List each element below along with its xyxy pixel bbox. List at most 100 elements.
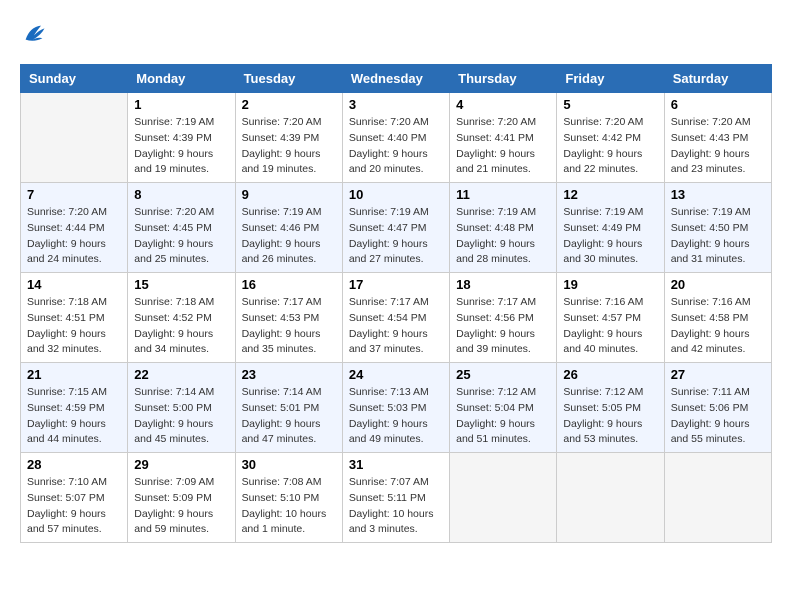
day-cell: 22 Sunrise: 7:14 AMSunset: 5:00 PMDayligh… <box>128 363 235 453</box>
day-cell <box>21 93 128 183</box>
day-cell: 2Sunrise: 7:20 AMSunset: 4:39 PMDaylight… <box>235 93 342 183</box>
day-cell: 14 Sunrise: 7:18 AMSunset: 4:51 PMDayligh… <box>21 273 128 363</box>
day-number: 28 <box>27 457 121 472</box>
day-info: Sunrise: 7:19 AMSunset: 4:39 PMDaylight:… <box>134 115 228 178</box>
day-info: Sunrise: 7:11 AMSunset: 5:06 PMDaylight:… <box>671 385 765 448</box>
day-info: Sunrise: 7:13 AMSunset: 5:03 PMDaylight:… <box>349 385 443 448</box>
day-number: 14 <box>27 277 121 292</box>
day-cell: 29 Sunrise: 7:09 AMSunset: 5:09 PMDayligh… <box>128 453 235 543</box>
day-cell: 13 Sunrise: 7:19 AMSunset: 4:50 PMDayligh… <box>664 183 771 273</box>
day-info: Sunrise: 7:20 AMSunset: 4:43 PMDaylight:… <box>671 115 765 178</box>
day-number: 5 <box>563 97 657 112</box>
day-info: Sunrise: 7:17 AMSunset: 4:53 PMDaylight:… <box>242 295 336 358</box>
day-info: Sunrise: 7:12 AMSunset: 5:05 PMDaylight:… <box>563 385 657 448</box>
day-number: 1 <box>134 97 228 112</box>
day-number: 3 <box>349 97 443 112</box>
day-info: Sunrise: 7:20 AMSunset: 4:40 PMDaylight:… <box>349 115 443 178</box>
day-cell: 24 Sunrise: 7:13 AMSunset: 5:03 PMDayligh… <box>342 363 449 453</box>
header-cell-wednesday: Wednesday <box>342 65 449 93</box>
day-number: 20 <box>671 277 765 292</box>
day-cell: 16Sunrise: 7:17 AMSunset: 4:53 PMDayligh… <box>235 273 342 363</box>
day-info: Sunrise: 7:07 AMSunset: 5:11 PMDaylight:… <box>349 475 443 538</box>
day-info: Sunrise: 7:14 AMSunset: 5:01 PMDaylight:… <box>242 385 336 448</box>
day-number: 9 <box>242 187 336 202</box>
logo <box>20 20 52 48</box>
day-info: Sunrise: 7:19 AMSunset: 4:48 PMDaylight:… <box>456 205 550 268</box>
day-number: 24 <box>349 367 443 382</box>
day-info: Sunrise: 7:20 AMSunset: 4:39 PMDaylight:… <box>242 115 336 178</box>
day-info: Sunrise: 7:15 AMSunset: 4:59 PMDaylight:… <box>27 385 121 448</box>
week-row-4: 21 Sunrise: 7:15 AMSunset: 4:59 PMDayligh… <box>21 363 772 453</box>
day-number: 19 <box>563 277 657 292</box>
day-cell <box>664 453 771 543</box>
day-cell: 17Sunrise: 7:17 AMSunset: 4:54 PMDayligh… <box>342 273 449 363</box>
day-cell: 31 Sunrise: 7:07 AMSunset: 5:11 PMDayligh… <box>342 453 449 543</box>
day-number: 4 <box>456 97 550 112</box>
day-info: Sunrise: 7:19 AMSunset: 4:46 PMDaylight:… <box>242 205 336 268</box>
header-cell-monday: Monday <box>128 65 235 93</box>
day-cell: 9 Sunrise: 7:19 AMSunset: 4:46 PMDaylight… <box>235 183 342 273</box>
week-row-5: 28 Sunrise: 7:10 AMSunset: 5:07 PMDayligh… <box>21 453 772 543</box>
day-info: Sunrise: 7:16 AMSunset: 4:57 PMDaylight:… <box>563 295 657 358</box>
day-number: 23 <box>242 367 336 382</box>
day-number: 29 <box>134 457 228 472</box>
day-cell: 4 Sunrise: 7:20 AMSunset: 4:41 PMDaylight… <box>450 93 557 183</box>
day-number: 21 <box>27 367 121 382</box>
day-info: Sunrise: 7:08 AMSunset: 5:10 PMDaylight:… <box>242 475 336 538</box>
header-cell-sunday: Sunday <box>21 65 128 93</box>
day-number: 6 <box>671 97 765 112</box>
day-cell: 27Sunrise: 7:11 AMSunset: 5:06 PMDayligh… <box>664 363 771 453</box>
day-cell: 19 Sunrise: 7:16 AMSunset: 4:57 PMDayligh… <box>557 273 664 363</box>
day-number: 25 <box>456 367 550 382</box>
day-number: 17 <box>349 277 443 292</box>
day-info: Sunrise: 7:19 AMSunset: 4:50 PMDaylight:… <box>671 205 765 268</box>
day-cell: 21 Sunrise: 7:15 AMSunset: 4:59 PMDayligh… <box>21 363 128 453</box>
day-cell: 20 Sunrise: 7:16 AMSunset: 4:58 PMDayligh… <box>664 273 771 363</box>
week-row-3: 14 Sunrise: 7:18 AMSunset: 4:51 PMDayligh… <box>21 273 772 363</box>
day-info: Sunrise: 7:10 AMSunset: 5:07 PMDaylight:… <box>27 475 121 538</box>
day-info: Sunrise: 7:17 AMSunset: 4:56 PMDaylight:… <box>456 295 550 358</box>
day-cell: 12 Sunrise: 7:19 AMSunset: 4:49 PMDayligh… <box>557 183 664 273</box>
day-cell: 28 Sunrise: 7:10 AMSunset: 5:07 PMDayligh… <box>21 453 128 543</box>
day-number: 10 <box>349 187 443 202</box>
day-number: 22 <box>134 367 228 382</box>
day-info: Sunrise: 7:09 AMSunset: 5:09 PMDaylight:… <box>134 475 228 538</box>
day-info: Sunrise: 7:20 AMSunset: 4:41 PMDaylight:… <box>456 115 550 178</box>
page-header <box>20 20 772 48</box>
calendar-table: SundayMondayTuesdayWednesdayThursdayFrid… <box>20 64 772 543</box>
day-info: Sunrise: 7:20 AMSunset: 4:42 PMDaylight:… <box>563 115 657 178</box>
day-info: Sunrise: 7:20 AMSunset: 4:45 PMDaylight:… <box>134 205 228 268</box>
header-cell-friday: Friday <box>557 65 664 93</box>
day-number: 13 <box>671 187 765 202</box>
day-cell: 3 Sunrise: 7:20 AMSunset: 4:40 PMDaylight… <box>342 93 449 183</box>
day-cell: 18 Sunrise: 7:17 AMSunset: 4:56 PMDayligh… <box>450 273 557 363</box>
day-number: 12 <box>563 187 657 202</box>
week-row-2: 7Sunrise: 7:20 AMSunset: 4:44 PMDaylight… <box>21 183 772 273</box>
day-number: 7 <box>27 187 121 202</box>
day-info: Sunrise: 7:12 AMSunset: 5:04 PMDaylight:… <box>456 385 550 448</box>
header-cell-thursday: Thursday <box>450 65 557 93</box>
day-number: 18 <box>456 277 550 292</box>
header-cell-tuesday: Tuesday <box>235 65 342 93</box>
day-number: 11 <box>456 187 550 202</box>
week-row-1: 1 Sunrise: 7:19 AMSunset: 4:39 PMDaylight… <box>21 93 772 183</box>
day-cell <box>557 453 664 543</box>
day-number: 15 <box>134 277 228 292</box>
logo-icon <box>20 20 48 48</box>
day-info: Sunrise: 7:19 AMSunset: 4:49 PMDaylight:… <box>563 205 657 268</box>
day-cell: 15 Sunrise: 7:18 AMSunset: 4:52 PMDayligh… <box>128 273 235 363</box>
day-info: Sunrise: 7:16 AMSunset: 4:58 PMDaylight:… <box>671 295 765 358</box>
day-cell: 10 Sunrise: 7:19 AMSunset: 4:47 PMDayligh… <box>342 183 449 273</box>
day-info: Sunrise: 7:18 AMSunset: 4:52 PMDaylight:… <box>134 295 228 358</box>
day-cell: 25 Sunrise: 7:12 AMSunset: 5:04 PMDayligh… <box>450 363 557 453</box>
day-cell: 6 Sunrise: 7:20 AMSunset: 4:43 PMDaylight… <box>664 93 771 183</box>
day-info: Sunrise: 7:18 AMSunset: 4:51 PMDaylight:… <box>27 295 121 358</box>
day-number: 31 <box>349 457 443 472</box>
day-cell <box>450 453 557 543</box>
day-number: 30 <box>242 457 336 472</box>
day-cell: 23 Sunrise: 7:14 AMSunset: 5:01 PMDayligh… <box>235 363 342 453</box>
day-cell: 11 Sunrise: 7:19 AMSunset: 4:48 PMDayligh… <box>450 183 557 273</box>
day-cell: 5 Sunrise: 7:20 AMSunset: 4:42 PMDaylight… <box>557 93 664 183</box>
day-info: Sunrise: 7:14 AMSunset: 5:00 PMDaylight:… <box>134 385 228 448</box>
day-info: Sunrise: 7:19 AMSunset: 4:47 PMDaylight:… <box>349 205 443 268</box>
